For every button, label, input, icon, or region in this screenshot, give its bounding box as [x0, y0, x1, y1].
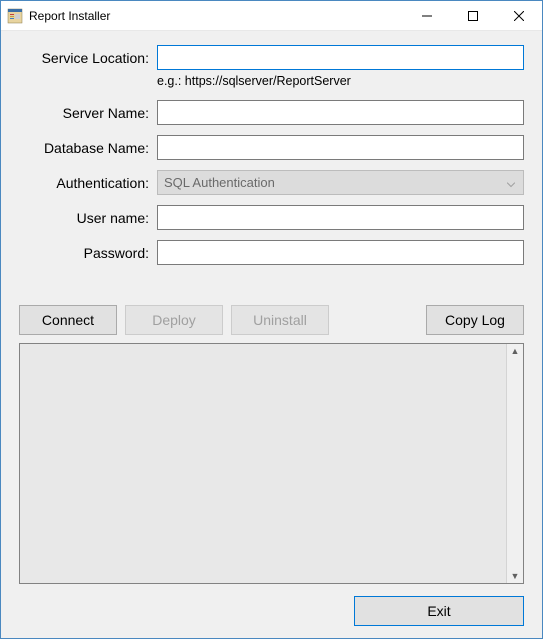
window-controls	[404, 1, 542, 30]
service-location-label: Service Location:	[19, 50, 157, 66]
deploy-button[interactable]: Deploy	[125, 305, 223, 335]
database-name-label: Database Name:	[19, 140, 157, 156]
window-title: Report Installer	[29, 9, 404, 23]
scrollbar[interactable]: ▲ ▼	[506, 344, 523, 583]
password-row: Password:	[19, 240, 524, 265]
authentication-select[interactable]: SQL Authentication	[157, 170, 524, 195]
server-name-row: Server Name:	[19, 100, 524, 125]
database-name-input[interactable]	[157, 135, 524, 160]
password-label: Password:	[19, 245, 157, 261]
user-name-input[interactable]	[157, 205, 524, 230]
minimize-button[interactable]	[404, 1, 450, 30]
exit-button[interactable]: Exit	[354, 596, 524, 626]
maximize-button[interactable]	[450, 1, 496, 30]
server-name-label: Server Name:	[19, 105, 157, 121]
action-button-row: Connect Deploy Uninstall Copy Log	[19, 305, 524, 335]
window: Report Installer Service Location: e.g.:…	[0, 0, 543, 639]
connect-button[interactable]: Connect	[19, 305, 117, 335]
server-name-input[interactable]	[157, 100, 524, 125]
footer-row: Exit	[19, 596, 524, 626]
authentication-value: SQL Authentication	[164, 175, 275, 190]
database-name-row: Database Name:	[19, 135, 524, 160]
close-button[interactable]	[496, 1, 542, 30]
user-name-row: User name:	[19, 205, 524, 230]
app-icon	[7, 8, 23, 24]
uninstall-button[interactable]: Uninstall	[231, 305, 329, 335]
service-location-row: Service Location:	[19, 45, 524, 70]
scroll-down-icon: ▼	[511, 571, 520, 581]
service-location-input[interactable]	[157, 45, 524, 70]
authentication-label: Authentication:	[19, 175, 157, 191]
authentication-row: Authentication: SQL Authentication	[19, 170, 524, 195]
titlebar: Report Installer	[1, 1, 542, 31]
copy-log-button[interactable]: Copy Log	[426, 305, 524, 335]
service-location-hint: e.g.: https://sqlserver/ReportServer	[157, 72, 351, 88]
scroll-up-icon: ▲	[511, 346, 520, 356]
user-name-label: User name:	[19, 210, 157, 226]
chevron-down-icon	[507, 175, 515, 190]
log-textarea[interactable]: ▲ ▼	[19, 343, 524, 584]
password-input[interactable]	[157, 240, 524, 265]
content-area: Service Location: e.g.: https://sqlserve…	[1, 31, 542, 638]
service-location-hint-row: e.g.: https://sqlserver/ReportServer	[19, 72, 524, 88]
